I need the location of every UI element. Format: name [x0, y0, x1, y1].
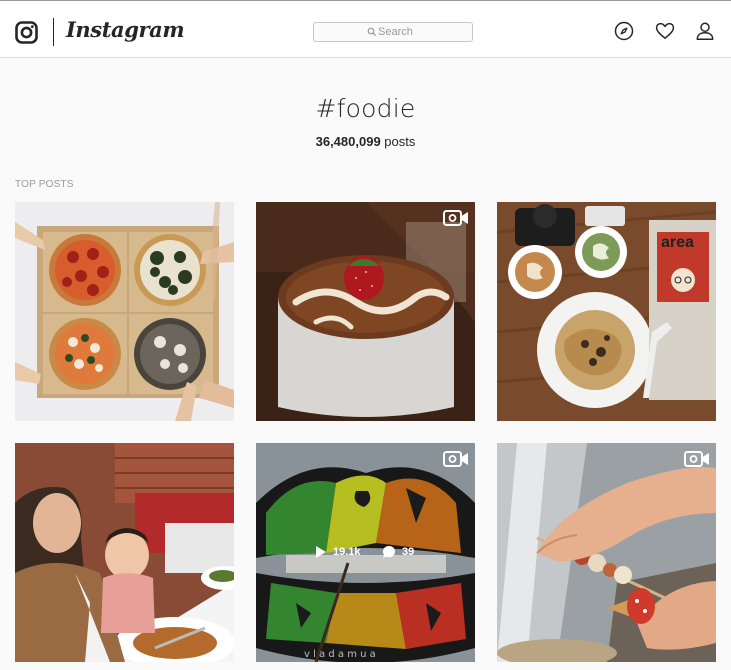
explore-compass-icon[interactable]	[614, 21, 634, 41]
logo-divider	[53, 18, 54, 46]
post-count-number: 36,480,099	[315, 134, 381, 149]
comment-bubble-icon	[383, 546, 395, 558]
top-posts-label: TOP POSTS	[15, 179, 74, 190]
views-count: 19.1k	[333, 546, 361, 558]
post-count: 36,480,099 posts	[0, 134, 731, 149]
video-camera-icon	[443, 451, 468, 467]
search-box[interactable]	[313, 22, 473, 42]
post-thumbnail[interactable]: area	[497, 202, 716, 421]
post-image-coffee-pasta: area	[497, 202, 716, 421]
post-image-pizzas	[15, 202, 234, 421]
hover-stats-overlay: 19.1k 39	[316, 544, 426, 562]
post-watermark: v l a d a m u a	[304, 649, 376, 660]
post-count-suffix: posts	[380, 134, 416, 149]
play-icon	[316, 546, 326, 558]
post-image-hand-skewer	[497, 443, 716, 662]
post-thumbnail[interactable]	[15, 202, 234, 421]
post-image-mother-baby	[15, 443, 234, 662]
profile-person-icon[interactable]	[695, 21, 715, 41]
top-navigation-bar: Instagram	[0, 0, 731, 58]
video-camera-icon	[443, 210, 468, 226]
magazine-cover-text: area	[661, 234, 694, 251]
post-thumbnail[interactable]: v l a d a m u a 19.1k 39	[256, 443, 475, 662]
post-image-tiramisu	[256, 202, 475, 421]
comments-count: 39	[402, 546, 415, 558]
search-input[interactable]	[314, 23, 472, 41]
hashtag-title: #foodie	[315, 94, 416, 123]
post-thumbnail[interactable]	[15, 443, 234, 662]
post-thumbnail[interactable]	[497, 443, 716, 662]
video-camera-icon	[684, 451, 709, 467]
post-thumbnail[interactable]	[256, 202, 475, 421]
instagram-wordmark[interactable]: Instagram	[66, 17, 185, 42]
activity-heart-icon[interactable]	[655, 21, 675, 41]
instagram-camera-logo-icon[interactable]	[15, 21, 38, 44]
